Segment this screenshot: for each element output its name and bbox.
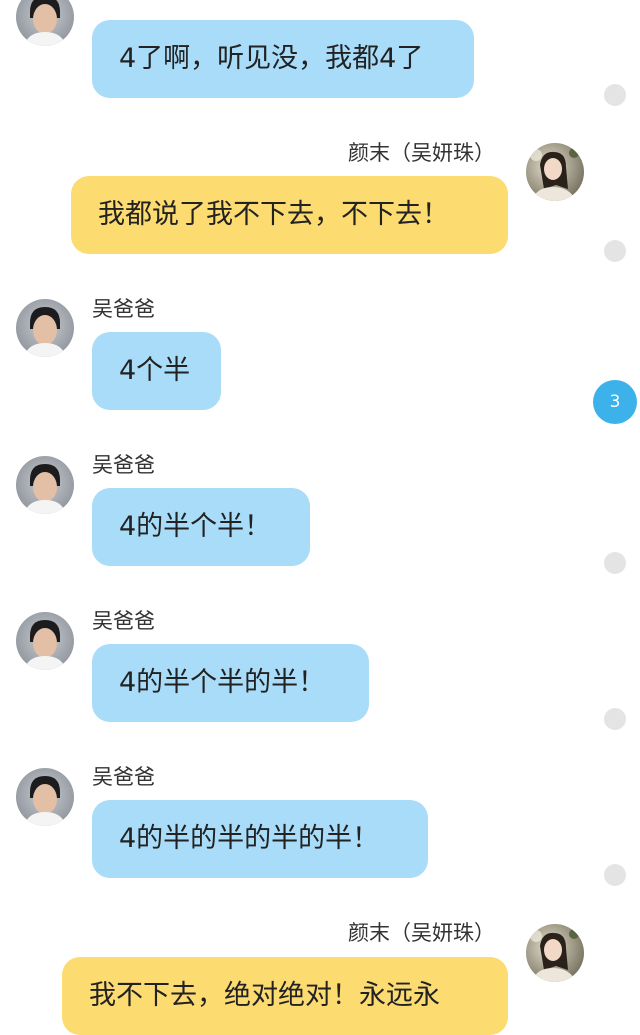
- female-avatar-icon[interactable]: [526, 924, 584, 982]
- message-bubble[interactable]: 4个半: [92, 332, 221, 410]
- sender-name: 颜末（吴妍珠）: [348, 141, 495, 165]
- message-bubble[interactable]: 4的半的半的半的半！: [92, 800, 428, 878]
- read-status-dot: [604, 240, 626, 262]
- message-bubble[interactable]: 4的半个半的半！: [92, 644, 369, 722]
- message-bubble[interactable]: 4了啊，听见没，我都4了: [92, 20, 474, 98]
- message-bubble[interactable]: 4的半个半！: [92, 488, 310, 566]
- read-status-dot: [604, 708, 626, 730]
- male-avatar-icon[interactable]: [16, 612, 74, 670]
- unread-count-badge[interactable]: 3: [593, 380, 637, 424]
- female-avatar-icon[interactable]: [526, 143, 584, 201]
- sender-name: 吴爸爸: [92, 765, 155, 789]
- male-avatar-icon[interactable]: [16, 456, 74, 514]
- message-bubble[interactable]: 我不下去，绝对绝对！永远永: [62, 957, 508, 1035]
- sender-name: 吴爸爸: [92, 453, 155, 477]
- read-status-dot: [604, 84, 626, 106]
- male-avatar-icon[interactable]: [16, 299, 74, 357]
- male-avatar-icon[interactable]: [16, 0, 74, 46]
- sender-name: 吴爸爸: [92, 609, 155, 633]
- male-avatar-icon[interactable]: [16, 768, 74, 826]
- read-status-dot: [604, 864, 626, 886]
- sender-name: 吴爸爸: [92, 297, 155, 321]
- read-status-dot: [604, 552, 626, 574]
- sender-name: 颜末（吴妍珠）: [348, 921, 495, 945]
- message-bubble[interactable]: 我都说了我不下去，不下去！: [71, 176, 508, 254]
